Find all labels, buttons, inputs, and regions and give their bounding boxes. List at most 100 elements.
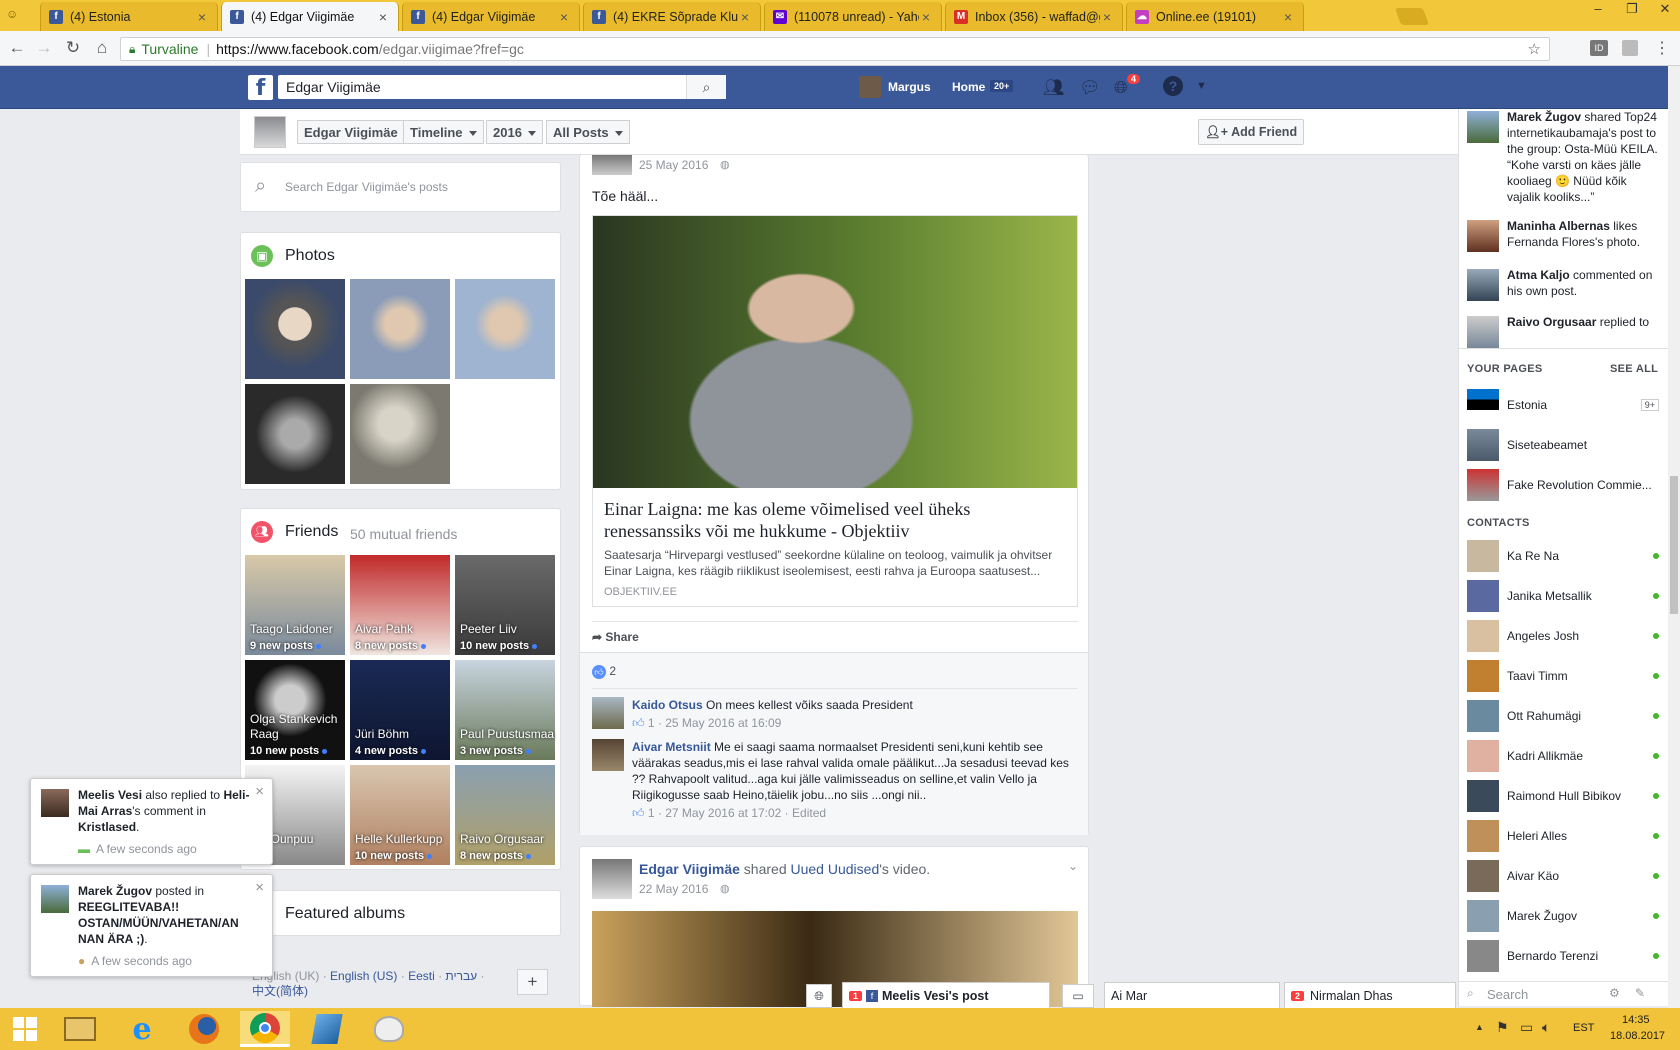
quick-help-icon[interactable]: ? [1163,76,1183,96]
post-author[interactable]: Edgar Viigimäe [639,861,740,877]
file-explorer-icon[interactable] [55,1011,105,1047]
notification-popup[interactable]: × Marek Žugov posted in REEGLITEVABA!! OS… [30,874,273,977]
friend-tile[interactable]: Peeter Liiv 10 new posts [455,555,555,655]
clock-time[interactable]: 14:35 [1622,1014,1650,1026]
add-friend-button[interactable]: 👤︎+ Add Friend [1198,119,1304,145]
contacts-search-bar[interactable]: ⌕ Search ⚙︎ ✎ [1459,981,1669,1006]
tray-arrow-icon[interactable]: ▲ [1475,1022,1484,1032]
chat-settings-icon[interactable]: ⚙︎ [1609,986,1620,1000]
windows-start-icon[interactable] [0,1011,50,1047]
close-tab-icon[interactable]: × [557,9,571,25]
browser-tab[interactable]: f (4) Estonia × [40,2,218,31]
keyboard-language[interactable]: EST [1573,1022,1594,1034]
contact-item[interactable]: Taavi Timm [1467,660,1659,692]
extension-pdf-icon[interactable] [1622,40,1638,56]
ticker-story[interactable]: Raivo Orgusaar replied to [1467,314,1662,348]
close-tab-icon[interactable]: × [1100,9,1114,25]
mutual-friends-count[interactable]: 50 mutual friends [350,526,457,542]
user-avatar[interactable] [859,76,881,98]
browser-tab[interactable]: ☁ Online.ee (19101) × [1126,2,1304,31]
notification-link[interactable]: Meelis Vesi [78,788,142,802]
language-link[interactable]: 中文(简体) [252,984,308,998]
like-count[interactable]: 👍︎ 2 [592,664,616,679]
contact-item[interactable]: Ka Re Na [1467,540,1659,572]
notification-link[interactable]: Marek Žugov [78,884,152,898]
link-preview[interactable]: Einar Laigna: me kas oleme võimelised ve… [592,215,1078,607]
contact-item[interactable]: Bernardo Terenzi [1467,940,1659,972]
close-tab-icon[interactable]: × [919,9,933,25]
friend-tile[interactable]: Jüri Böhm 4 new posts [350,660,450,760]
comment-time[interactable]: 25 May 2016 at 16:09 [665,716,781,730]
language-link[interactable]: עברית [445,969,477,983]
browser-tab[interactable]: ✉ (110078 unread) - Yahoo × [764,2,942,31]
home-link[interactable]: Home [952,80,985,94]
posts-filter-dropdown[interactable]: All Posts [546,120,630,144]
friend-name[interactable]: Aivar Pahk [355,622,450,637]
firefox-icon[interactable] [179,1011,229,1047]
friends-title[interactable]: Friends [285,523,338,541]
ticker-actor[interactable]: Raivo Orgusaar [1507,315,1596,329]
friend-tile[interactable]: Olga Stankevich Raag 10 new posts [245,660,345,760]
contact-item[interactable]: Kadri Allikmäe [1467,740,1659,772]
share-button[interactable]: ➦ Share [592,630,639,644]
friend-tile[interactable]: Raivo Orgusaar 8 new posts [455,765,555,865]
profile-thumbnail[interactable] [254,116,286,148]
notifications-icon[interactable]: 🌐︎ [1114,78,1128,98]
browser-tab[interactable]: f (4) Edgar Viigimäe × [221,2,399,31]
chrome-menu-icon[interactable]: ⋮ [1654,38,1670,58]
page-item[interactable]: Estonia 9+ [1467,389,1659,421]
page-scrollbar[interactable] [1668,66,1680,1008]
clock-date[interactable]: 18.08.2017 [1610,1030,1665,1042]
link-title[interactable]: Einar Laigna: me kas oleme võimelised ve… [604,498,1069,542]
contact-item[interactable]: Marek Žugov [1467,900,1659,932]
flag-icon[interactable]: ⚑ [1496,1019,1509,1036]
contact-item[interactable]: Janika Metsallik [1467,580,1659,612]
close-icon[interactable]: × [255,784,264,800]
photo-thumbnail[interactable] [455,279,555,379]
post-date[interactable]: 25 May 2016 [639,158,708,172]
link-preview-image[interactable] [593,216,1077,488]
facebook-search-input[interactable]: Edgar Viigimäe [278,75,726,99]
network-icon[interactable]: ▭ [1520,1019,1533,1036]
friend-name[interactable]: Helle Kullerkupp [355,832,450,847]
messages-icon[interactable]: 💬︎ [1079,78,1101,98]
photo-thumbnail[interactable] [350,384,450,484]
browser-tab[interactable]: f (4) Edgar Viigimäe × [402,2,580,31]
friend-tile[interactable]: Aivar Pahk 8 new posts [350,555,450,655]
notification-link[interactable]: REEGLITEVABA!! OSTAN/MÜÜN/VAHETAN/AN NAN… [78,900,239,946]
chat-tab-contact[interactable]: Ai Mar [1104,982,1280,1008]
year-dropdown[interactable]: 2016 [486,120,543,144]
post-options-icon[interactable]: ⌄ [1068,859,1078,873]
paint-icon[interactable] [364,1011,414,1047]
ticker-actor[interactable]: Marek Žugov [1507,110,1581,124]
close-tab-icon[interactable]: × [738,9,752,25]
friend-name[interactable]: Raivo Orgusaar [460,832,555,847]
user-profile-link[interactable]: Margus [888,80,931,94]
friend-tile[interactable]: Paul Puustusmaa 3 new posts [455,660,555,760]
notification-link[interactable]: Kristlased [78,820,136,834]
notepad-icon[interactable] [302,1011,352,1047]
account-menu-icon[interactable]: ▼ [1196,80,1207,92]
browser-tab[interactable]: M Inbox (356) - waffad@gm× [945,2,1123,31]
address-bar[interactable]: 🔒︎ Turvaline | https://www.facebook.com … [120,37,1550,61]
friend-tile[interactable]: Taago Laidoner 9 new posts [245,555,345,655]
friend-requests-icon[interactable]: 👥︎ [1043,78,1065,98]
add-language-button[interactable]: + [517,969,548,995]
contact-item[interactable]: Aivar Käo [1467,860,1659,892]
close-tab-icon[interactable]: × [376,9,390,25]
comment-author[interactable]: Kaido Otsus [632,698,703,712]
author-avatar[interactable] [592,859,632,899]
close-icon[interactable]: × [255,880,264,896]
photos-title[interactable]: Photos [285,247,335,265]
internet-explorer-icon[interactable]: e [117,1011,167,1047]
contact-item[interactable]: Ott Rahumägi [1467,700,1659,732]
chat-tab-contact[interactable]: 2 Nirmalan Dhas [1284,982,1456,1008]
friend-tile[interactable]: Helle Kullerkupp 10 new posts [350,765,450,865]
timeline-dropdown[interactable]: Timeline [403,120,484,144]
friend-name[interactable]: Taago Laidoner [250,622,345,637]
friend-name[interactable]: Peeter Liiv [460,622,555,637]
commenter-avatar[interactable] [592,739,624,771]
posts-search-box[interactable]: ⌕ Search Edgar Viigimäe's posts [240,162,561,212]
volume-icon[interactable]: 🔈︎ [1542,1019,1550,1036]
ticker-story[interactable]: Atma Kaljo commented on his own post. [1467,267,1662,301]
